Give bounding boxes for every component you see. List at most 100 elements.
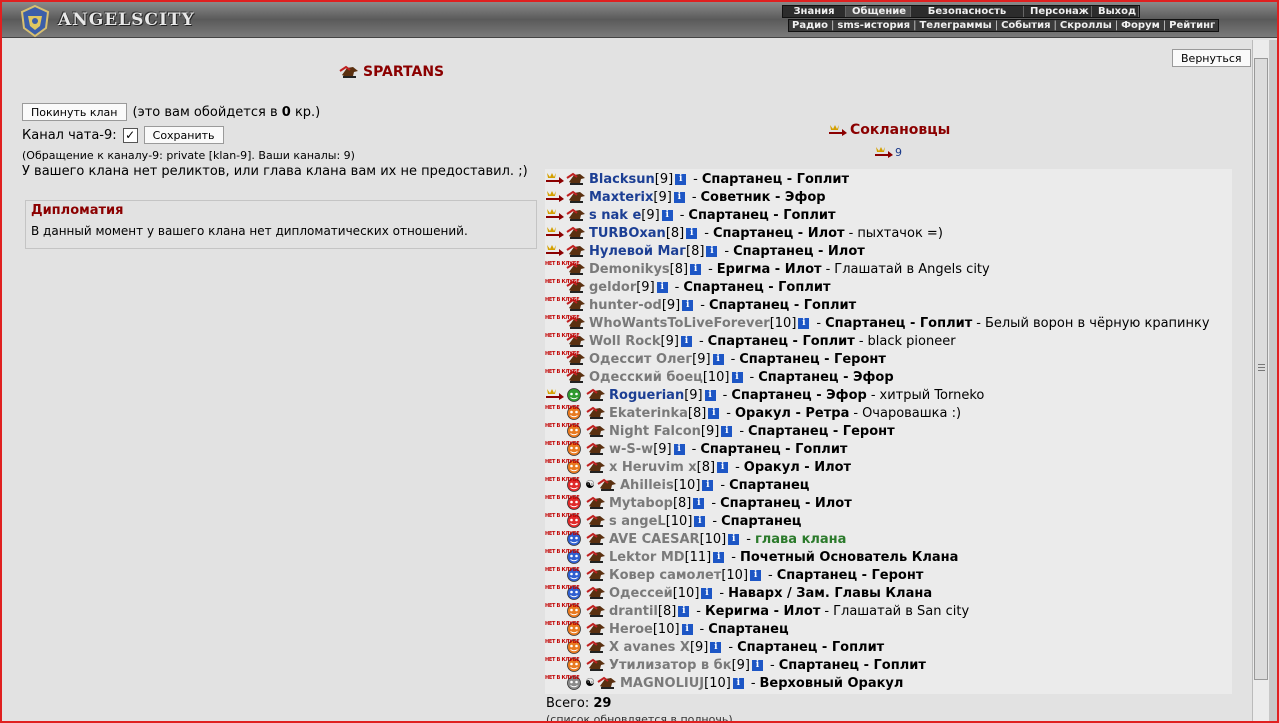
save-button[interactable]: Сохранить bbox=[143, 126, 224, 144]
info-icon[interactable]: i bbox=[712, 353, 724, 365]
clan-title: SPARTANS bbox=[338, 64, 444, 80]
member-nick[interactable]: Утилизатор в бк bbox=[609, 658, 732, 673]
member-nick[interactable]: X avanes X bbox=[609, 640, 690, 655]
info-icon[interactable]: i bbox=[706, 245, 718, 257]
member-row: НЕТ В КЛУБЕ WhoWantsToLiveForever [10] i - Сп… bbox=[545, 314, 1210, 332]
member-nick[interactable]: w-S-w bbox=[609, 442, 653, 457]
info-icon[interactable]: i bbox=[798, 317, 810, 329]
offline-status-label: НЕТ В КЛУБЕ bbox=[545, 675, 580, 681]
member-nick[interactable]: Нулевой Маг bbox=[589, 244, 686, 259]
info-icon[interactable]: i bbox=[680, 335, 692, 347]
member-nick[interactable]: Ковер самолет bbox=[609, 568, 721, 583]
member-nick[interactable]: Ahilleis bbox=[620, 478, 674, 493]
diplomacy-text: В данный момент у вашего клана нет дипло… bbox=[31, 224, 468, 238]
member-row: НЕТ В КЛУБЕ geldor [9] i - Спартанец - Гоплит bbox=[545, 278, 831, 296]
info-icon[interactable]: i bbox=[731, 371, 743, 383]
info-icon[interactable]: i bbox=[710, 641, 722, 653]
clan-rank-icon bbox=[585, 441, 607, 457]
separator-dash: - bbox=[726, 405, 731, 421]
info-icon[interactable]: i bbox=[678, 605, 690, 617]
member-nick[interactable]: drantil bbox=[609, 604, 658, 619]
info-icon[interactable]: i bbox=[721, 425, 733, 437]
member-nick[interactable]: Mytabop bbox=[609, 496, 673, 511]
member-nick[interactable]: MAGNOLIUJ bbox=[620, 676, 704, 691]
info-icon[interactable]: i bbox=[681, 623, 693, 635]
member-nick[interactable]: Одессей bbox=[609, 586, 673, 601]
member-nick[interactable]: Night Falcon bbox=[609, 424, 701, 439]
separator-dash: - bbox=[824, 603, 830, 619]
member-row: НЕТ В КЛУБЕ ☯ Ahilleis [10] i - Спартанец bbox=[545, 476, 809, 494]
info-icon[interactable]: i bbox=[728, 533, 740, 545]
info-icon[interactable]: i bbox=[686, 227, 698, 239]
scroll-grip-line bbox=[1258, 364, 1265, 365]
member-nick[interactable]: WhoWantsToLiveForever bbox=[589, 316, 770, 331]
member-nick[interactable]: Woll Rock bbox=[589, 334, 661, 349]
info-icon[interactable]: i bbox=[732, 677, 744, 689]
clan-rank-icon bbox=[585, 423, 607, 439]
info-icon[interactable]: i bbox=[708, 407, 720, 419]
clan-rank-icon bbox=[596, 477, 618, 493]
separator-dash: - bbox=[825, 261, 831, 277]
window-edge bbox=[1269, 40, 1277, 721]
info-icon[interactable]: i bbox=[673, 443, 685, 455]
menu-top-item[interactable]: Общение bbox=[846, 6, 911, 17]
back-button[interactable]: Вернуться bbox=[1172, 49, 1251, 67]
online-arrow-icon bbox=[829, 125, 847, 136]
info-icon[interactable]: i bbox=[704, 389, 716, 401]
clan-rank-icon bbox=[585, 513, 607, 529]
member-nick[interactable]: AVE CAESAR bbox=[609, 532, 700, 547]
member-nick[interactable]: Roguerian bbox=[609, 388, 684, 403]
offline-status-label: НЕТ В КЛУБЕ bbox=[545, 459, 580, 465]
member-nick[interactable]: Heroe bbox=[609, 622, 653, 637]
menu-sub-item[interactable]: События bbox=[998, 20, 1053, 31]
menu-top-item[interactable]: Персонаж bbox=[1024, 6, 1092, 17]
member-nick[interactable]: Demonikys bbox=[589, 262, 670, 277]
member-nick[interactable]: TURBOxan bbox=[589, 226, 666, 241]
leave-clan-button[interactable]: Покинуть клан bbox=[22, 103, 127, 121]
member-nick[interactable]: x Heruvim x bbox=[609, 460, 697, 475]
vertical-scrollbar[interactable] bbox=[1252, 40, 1269, 721]
menu-sub-item[interactable]: Форум bbox=[1118, 20, 1163, 31]
offline-status-label: НЕТ В КЛУБЕ bbox=[545, 423, 580, 429]
info-icon[interactable]: i bbox=[702, 479, 714, 491]
menu-sub-item[interactable]: Рейтинг bbox=[1166, 20, 1218, 31]
scrollbar-thumb[interactable] bbox=[1254, 58, 1268, 680]
info-icon[interactable]: i bbox=[690, 263, 702, 275]
menu-top-item[interactable]: Безопасность bbox=[911, 6, 1024, 17]
info-icon[interactable]: i bbox=[656, 281, 668, 293]
member-nick[interactable]: Maxterix bbox=[589, 190, 653, 205]
member-nick[interactable]: s nak e bbox=[589, 208, 641, 223]
info-icon[interactable]: i bbox=[752, 659, 763, 671]
member-nick[interactable]: geldor bbox=[589, 280, 636, 295]
menu-top-item[interactable]: Выход bbox=[1092, 6, 1139, 17]
info-icon[interactable]: i bbox=[694, 515, 706, 527]
member-nick[interactable]: hunter-od bbox=[589, 298, 662, 313]
member-nick[interactable]: Одесский боец bbox=[589, 370, 703, 385]
info-icon[interactable]: i bbox=[713, 551, 725, 563]
member-nick[interactable]: s angeL bbox=[609, 514, 666, 529]
member-row: НЕТ В КЛУБЕ Heroe [10] i - Спартанец bbox=[545, 620, 789, 638]
member-role: Спартанец - Гоплит bbox=[778, 657, 926, 673]
info-icon[interactable]: i bbox=[693, 497, 705, 509]
member-nick[interactable]: Blacksun bbox=[589, 172, 655, 187]
member-role: Спартанец - Эфор bbox=[758, 369, 894, 385]
member-nick[interactable]: Ekaterinka bbox=[609, 406, 688, 421]
info-icon[interactable]: i bbox=[717, 461, 729, 473]
member-nick[interactable]: Lektor MD bbox=[609, 550, 685, 565]
info-icon[interactable]: i bbox=[661, 209, 673, 221]
menu-sub-item[interactable]: Телеграммы bbox=[916, 20, 994, 31]
member-row: Maxterix [9] i - Советник - Эфор bbox=[545, 188, 826, 206]
menu-sub-item[interactable]: Радио bbox=[789, 20, 831, 31]
info-icon[interactable]: i bbox=[682, 299, 694, 311]
info-icon[interactable]: i bbox=[673, 191, 685, 203]
info-icon[interactable]: i bbox=[750, 569, 762, 581]
member-nick[interactable]: Одессит Олег bbox=[589, 352, 692, 367]
menu-sub-item[interactable]: sms-история bbox=[834, 20, 913, 31]
member-row: НЕТ В КЛУБЕ Night Falcon [9] i - Спартанец - … bbox=[545, 422, 895, 440]
info-icon[interactable]: i bbox=[675, 173, 687, 185]
menu-top-item[interactable]: Знания bbox=[783, 6, 846, 17]
member-role: Спартанец - Гоплит bbox=[688, 207, 836, 223]
info-icon[interactable]: i bbox=[701, 587, 713, 599]
chat-channel-checkbox[interactable]: ✓ bbox=[122, 127, 138, 143]
menu-sub-item[interactable]: Скроллы bbox=[1057, 20, 1115, 31]
